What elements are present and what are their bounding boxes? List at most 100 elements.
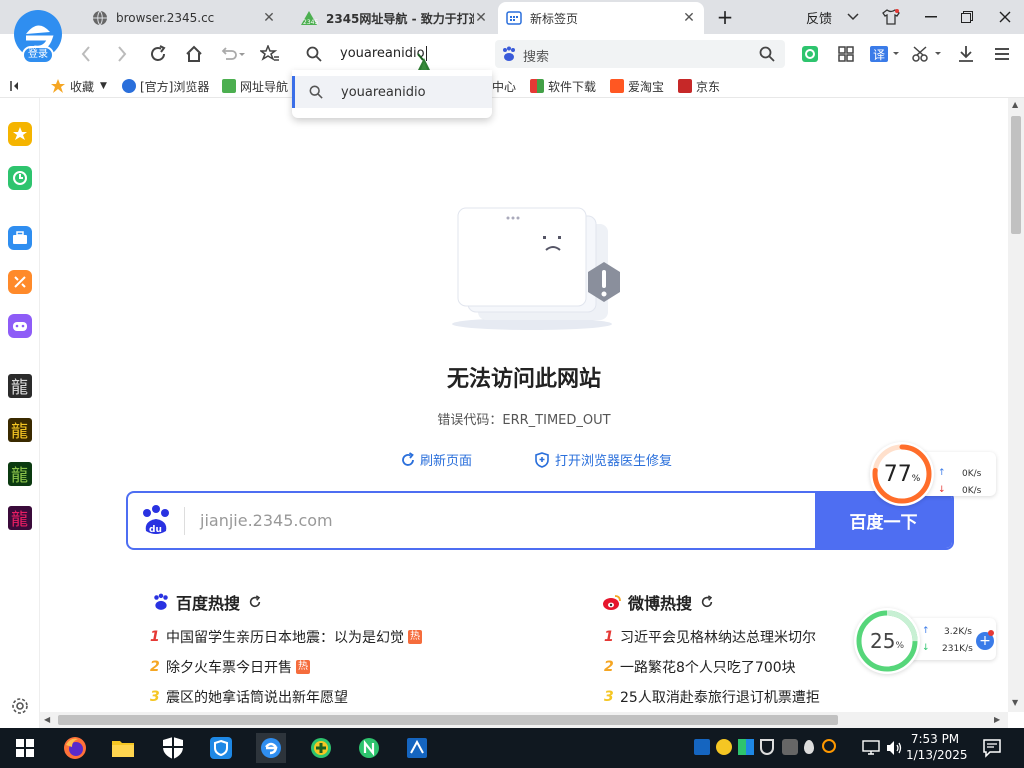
ie-logo-icon [122, 79, 136, 93]
file-explorer-icon[interactable] [108, 733, 138, 763]
clock[interactable]: 7:53 PM 1/13/2025 [906, 731, 968, 763]
close-tab-icon[interactable]: ✕ [474, 11, 488, 25]
notification-center-icon[interactable] [982, 738, 1002, 758]
toggle-sidebar-icon[interactable] [10, 77, 24, 95]
refresh-small-icon[interactable] [700, 595, 714, 609]
defender-icon[interactable] [206, 733, 236, 763]
network-icon[interactable] [862, 740, 880, 756]
game-dragon-icon[interactable]: 龍 [8, 374, 32, 398]
undo-close-button[interactable] [218, 42, 248, 66]
bookmark-jd[interactable]: 京东 [678, 77, 720, 95]
tray-plus-icon[interactable] [716, 739, 732, 755]
green-plus-app-icon[interactable] [306, 733, 336, 763]
favorites-star-icon[interactable] [8, 122, 32, 146]
list-item[interactable]: 1 中国留学生亲历日本地震：以为是幻觉 热 [150, 627, 422, 647]
translate-icon[interactable]: 译 [868, 42, 904, 66]
tray-app-icon[interactable] [694, 739, 710, 755]
green-n-app-icon[interactable] [354, 733, 384, 763]
forward-button[interactable] [110, 42, 134, 66]
bookmark-taobao[interactable]: 爱淘宝 [610, 77, 664, 95]
scroll-left-arrow-icon[interactable]: ◀ [44, 715, 50, 724]
windows-start-icon[interactable] [10, 733, 40, 763]
list-item[interactable]: 3 25人取消赴泰旅行退订机票遭拒 [604, 687, 820, 707]
baidu-hot-title: 百度热搜 [176, 594, 241, 613]
refresh-button[interactable] [146, 42, 170, 66]
bookmark-label: 软件下载 [548, 79, 597, 94]
bookmark-software[interactable]: 软件下载 [530, 77, 596, 95]
tray-tools-icon[interactable] [782, 739, 798, 755]
tab-browser-2345[interactable]: browser.2345.cc ✕ [84, 2, 284, 34]
refresh-page-link[interactable]: 刷新页面 [400, 450, 472, 469]
list-item[interactable]: 2 一路繁花8个人只吃了700块 [604, 657, 796, 677]
restore-button[interactable] [956, 6, 978, 28]
home-button[interactable] [182, 42, 206, 66]
scroll-right-arrow-icon[interactable]: ▶ [994, 715, 1000, 724]
menu-icon[interactable] [990, 42, 1014, 66]
chevron-down-icon[interactable] [842, 6, 864, 28]
2345-browser-taskbar-icon[interactable] [256, 733, 286, 763]
bookmark-favorites[interactable]: 收藏 ▼ [50, 77, 107, 95]
game-dragon-purple-icon[interactable]: 龍 [8, 506, 32, 530]
tab-2345-nav[interactable]: 2345 2345网址导航 - 致力于打造 ✕ [292, 2, 496, 34]
game-extension-icon[interactable] [798, 42, 822, 66]
download-icon[interactable] [954, 42, 978, 66]
new-tab-button[interactable]: + [714, 5, 736, 29]
tray-shield-icon[interactable] [760, 739, 774, 755]
vertical-scrollbar[interactable]: ▲ ▼ [1008, 98, 1024, 712]
volume-icon[interactable] [886, 740, 904, 756]
scroll-up-arrow-icon[interactable]: ▲ [1012, 100, 1018, 109]
firefox-icon[interactable] [60, 733, 90, 763]
tab-new-tab[interactable]: 新标签页 ✕ [498, 2, 704, 34]
bookmark-label: [官方]浏览器 [140, 79, 210, 94]
tray-search-icon[interactable] [822, 739, 836, 753]
game-controller-icon[interactable] [8, 314, 32, 338]
tray-drop-icon[interactable] [804, 740, 814, 754]
skin-shirt-icon[interactable] [880, 6, 902, 28]
scroll-thumb[interactable] [1011, 116, 1021, 234]
login-badge[interactable]: 登录 [22, 46, 54, 64]
bookmark-official-browser[interactable]: [官方]浏览器 [122, 77, 210, 95]
feedback-button[interactable]: 反馈 [806, 8, 832, 27]
list-item[interactable]: 2 除夕火车票今日开售 热 [150, 657, 310, 677]
star-icon [50, 78, 66, 94]
horizontal-scrollbar[interactable]: ◀ ▶ [40, 712, 1008, 728]
scissors-icon[interactable] [910, 42, 946, 66]
close-tab-icon[interactable]: ✕ [262, 11, 276, 25]
clock-date: 1/13/2025 [906, 748, 968, 762]
close-tab-icon[interactable]: ✕ [682, 11, 696, 25]
add-bookmark-star-icon[interactable] [258, 42, 282, 66]
settings-gear-icon[interactable] [10, 696, 30, 716]
weibo-logo-icon [602, 593, 622, 611]
back-button[interactable] [74, 42, 98, 66]
tray-windows-icon[interactable] [738, 739, 754, 755]
refresh-small-icon[interactable] [248, 595, 262, 609]
search-submit-icon[interactable] [759, 46, 775, 62]
history-clock-icon[interactable] [8, 166, 32, 190]
minimize-button[interactable] [920, 6, 942, 28]
tools-icon[interactable] [8, 270, 32, 294]
upload-arrow-icon: ↑ [922, 626, 930, 636]
close-window-button[interactable] [994, 6, 1016, 28]
blue-app-icon[interactable] [402, 733, 432, 763]
gauge-percent: 25 [869, 629, 896, 653]
game-dragon-green-icon[interactable]: 龍 [8, 462, 32, 486]
search-box[interactable]: 搜索 [495, 40, 785, 68]
suggestion-item[interactable]: youareanidio [292, 76, 492, 108]
list-item[interactable]: 1 习近平会见格林纳达总理米切尔 [604, 627, 816, 647]
scroll-thumb[interactable] [58, 715, 838, 725]
browser-doctor-link[interactable]: 打开浏览器医生修复 [535, 450, 672, 469]
speed-widget-bottom[interactable]: ↑ 3.2K/s ↓ 231K/s + 25 % [852, 606, 1002, 678]
gauge-percent-sign: % [911, 474, 921, 484]
bookmark-center[interactable]: 中心 [492, 77, 516, 95]
baidu-search-input[interactable]: jianjie.2345.com [200, 511, 333, 530]
toolbox-icon[interactable] [8, 226, 32, 250]
game-dragon-gold-icon[interactable]: 龍 [8, 418, 32, 442]
bookmark-nav[interactable]: 网址导航 [222, 77, 288, 95]
list-item[interactable]: 3 震区的她拿话筒说出新年愿望 [150, 687, 348, 707]
address-bar[interactable]: youareanidio [292, 38, 492, 75]
apps-grid-icon[interactable] [834, 42, 858, 66]
browser-logo[interactable]: 登录 [8, 4, 68, 64]
security-shield-icon[interactable] [158, 733, 188, 763]
scroll-down-arrow-icon[interactable]: ▼ [1012, 698, 1018, 707]
speed-widget-top[interactable]: ↑ 0K/s ↓ 0K/s 77 % [868, 440, 1000, 506]
